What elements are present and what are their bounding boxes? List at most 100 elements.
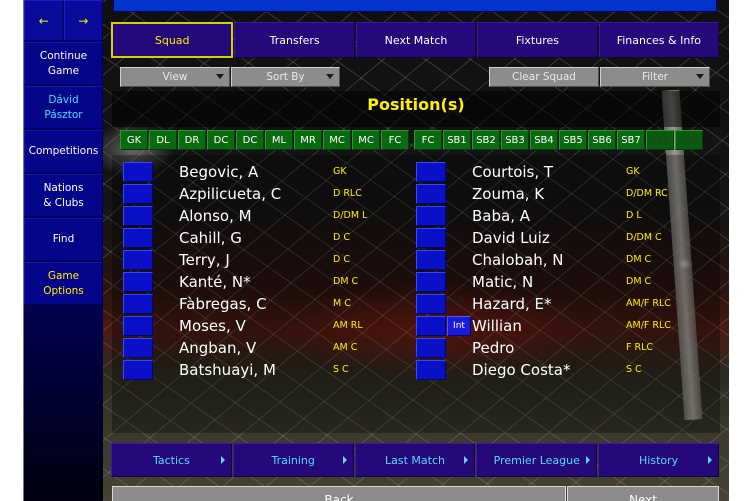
position-button[interactable]: DL xyxy=(149,130,177,150)
tab-next-match[interactable]: Next Match xyxy=(355,22,477,58)
player-name[interactable]: Angban, V xyxy=(179,337,256,359)
player-name[interactable]: Pedro xyxy=(472,337,514,359)
tab-transfers[interactable]: Transfers xyxy=(234,22,355,58)
position-button[interactable]: ML xyxy=(265,130,293,150)
position-button[interactable]: MC xyxy=(352,130,380,150)
player-name[interactable]: Cahill, G xyxy=(179,227,242,249)
player-row[interactable]: David Luiz D/DM C xyxy=(416,227,706,249)
player-name[interactable]: David Luiz xyxy=(472,227,550,249)
position-button[interactable]: SB7 xyxy=(617,130,645,150)
last-match-button[interactable]: Last Match xyxy=(354,443,476,477)
player-name[interactable]: Matic, N xyxy=(472,271,533,293)
tactics-button[interactable]: Tactics xyxy=(111,443,232,477)
sidebar-item-game-options[interactable]: Game Options xyxy=(24,262,103,305)
position-button[interactable]: MC xyxy=(323,130,351,150)
forward-arrow-button[interactable]: → xyxy=(63,0,103,41)
player-name[interactable]: Baba, A xyxy=(472,205,530,227)
player-name[interactable]: Diego Costa* xyxy=(472,359,570,381)
training-button[interactable]: Training xyxy=(232,443,354,477)
selection-slot[interactable] xyxy=(416,228,446,248)
player-row[interactable]: Cahill, G D C xyxy=(123,227,413,249)
tab-finances-info[interactable]: Finances & Info xyxy=(598,22,720,58)
position-button[interactable]: FC xyxy=(381,130,409,150)
player-name[interactable]: Kanté, N* xyxy=(179,271,251,293)
back-arrow-button[interactable]: ← xyxy=(24,0,64,41)
player-row[interactable]: Begovic, A GK xyxy=(123,161,413,183)
selection-slot[interactable] xyxy=(416,206,446,226)
player-row[interactable]: Hazard, E* AM/F RLC xyxy=(416,293,706,315)
player-row[interactable]: Matic, N DM C xyxy=(416,271,706,293)
player-name[interactable]: Azpilicueta, C xyxy=(179,183,281,205)
player-row[interactable]: Baba, A D L xyxy=(416,205,706,227)
selection-slot[interactable] xyxy=(123,338,153,358)
selection-slot[interactable] xyxy=(123,184,153,204)
position-button[interactable]: FC xyxy=(414,130,442,150)
position-button[interactable]: SB6 xyxy=(588,130,616,150)
player-row[interactable]: Azpilicueta, C D RLC xyxy=(123,183,413,205)
position-button[interactable]: SB5 xyxy=(559,130,587,150)
player-name[interactable]: Courtois, T xyxy=(472,161,553,183)
sidebar-item-continue-game[interactable]: Continue Game xyxy=(24,42,103,85)
player-name[interactable]: Fàbregas, C xyxy=(179,293,267,315)
player-row[interactable]: Zouma, K D/DM RC xyxy=(416,183,706,205)
history-button[interactable]: History xyxy=(598,443,719,477)
selection-slot[interactable] xyxy=(123,206,153,226)
player-row[interactable]: Pedro F RLC xyxy=(416,337,706,359)
player-name[interactable]: Hazard, E* xyxy=(472,293,551,315)
clear-squad-button[interactable]: Clear Squad xyxy=(489,67,599,87)
sidebar-item-nations-clubs[interactable]: Nations & Clubs xyxy=(24,174,103,217)
player-name[interactable]: Begovic, A xyxy=(179,161,258,183)
player-row[interactable]: Diego Costa* S C xyxy=(416,359,706,381)
view-dropdown[interactable]: View xyxy=(120,67,230,87)
player-name[interactable]: Zouma, K xyxy=(472,183,544,205)
sidebar-item-find[interactable]: Find xyxy=(24,218,103,261)
selection-slot[interactable] xyxy=(123,360,153,380)
position-button[interactable]: SB4 xyxy=(530,130,558,150)
selection-slot[interactable] xyxy=(416,184,446,204)
sidebar-item-manager[interactable]: Dávid Pásztor xyxy=(24,86,103,129)
player-name[interactable]: Willian xyxy=(472,315,522,337)
selection-slot[interactable] xyxy=(416,294,446,314)
tab-fixtures[interactable]: Fixtures xyxy=(477,22,598,58)
player-name[interactable]: Terry, J xyxy=(179,249,230,271)
position-button[interactable]: SB2 xyxy=(472,130,500,150)
player-row[interactable]: Kanté, N* DM C xyxy=(123,271,413,293)
player-row[interactable]: Angban, V AM C xyxy=(123,337,413,359)
player-row[interactable]: Courtois, T GK xyxy=(416,161,706,183)
selection-slot[interactable] xyxy=(123,250,153,270)
position-button[interactable]: DR xyxy=(178,130,206,150)
next-button[interactable]: Next xyxy=(567,486,719,501)
selection-slot[interactable] xyxy=(416,272,446,292)
player-row[interactable]: Terry, J D C xyxy=(123,249,413,271)
selection-slot[interactable] xyxy=(416,360,446,380)
player-name[interactable]: Batshuayi, M xyxy=(179,359,276,381)
position-button[interactable]: SB1 xyxy=(443,130,471,150)
player-row[interactable]: Batshuayi, M S C xyxy=(123,359,413,381)
selection-slot[interactable] xyxy=(123,228,153,248)
premier-league-button[interactable]: Premier League xyxy=(476,443,598,477)
position-button[interactable]: MR xyxy=(294,130,322,150)
selection-slot[interactable] xyxy=(123,316,153,336)
position-button[interactable]: GK xyxy=(120,130,148,150)
player-name[interactable]: Alonso, M xyxy=(179,205,252,227)
position-button[interactable]: DC xyxy=(207,130,235,150)
selection-slot[interactable] xyxy=(416,338,446,358)
selection-slot[interactable] xyxy=(123,272,153,292)
selection-slot[interactable] xyxy=(416,162,446,182)
sidebar-item-competitions[interactable]: Competitions xyxy=(24,130,103,173)
back-button[interactable]: Back xyxy=(112,486,566,501)
tab-squad[interactable]: Squad xyxy=(111,22,234,58)
player-name[interactable]: Chalobah, N xyxy=(472,249,564,271)
player-row[interactable]: Int Willian AM/F RLC xyxy=(416,315,706,337)
sort-by-dropdown[interactable]: Sort By xyxy=(231,67,340,87)
filter-dropdown[interactable]: Filter xyxy=(600,67,710,87)
player-row[interactable]: Alonso, M D/DM L xyxy=(123,205,413,227)
player-row[interactable]: Fàbregas, C M C xyxy=(123,293,413,315)
selection-slot[interactable] xyxy=(123,162,153,182)
player-row[interactable]: Chalobah, N DM C xyxy=(416,249,706,271)
player-name[interactable]: Moses, V xyxy=(179,315,246,337)
player-row[interactable]: Moses, V AM RL xyxy=(123,315,413,337)
position-button[interactable]: SB3 xyxy=(501,130,529,150)
position-button[interactable]: DC xyxy=(236,130,264,150)
selection-slot[interactable] xyxy=(416,316,446,336)
